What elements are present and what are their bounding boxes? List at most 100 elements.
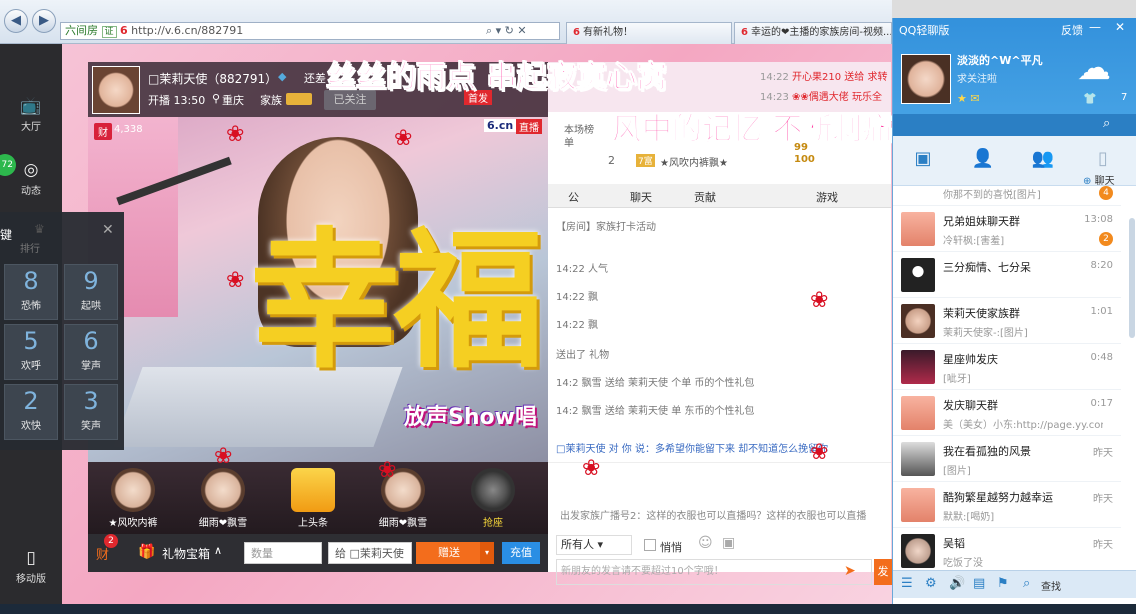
tab-messages-icon[interactable]: ▣: [893, 148, 953, 169]
gift-box-icon: 🎁: [138, 544, 156, 560]
tab-announce[interactable]: 公: [568, 189, 579, 205]
tab-gifts[interactable]: 6 有新礼物！: [566, 22, 732, 44]
key-6[interactable]: 6 掌声: [64, 324, 118, 380]
recipient-select[interactable]: 所有人 ▾: [556, 535, 632, 555]
search-label[interactable]: 查找: [1041, 578, 1061, 593]
sidebar-item-mobile[interactable]: ▯ 移动版: [0, 548, 62, 585]
key-2[interactable]: 2 欢快: [4, 384, 58, 440]
give-button[interactable]: 赠送: [416, 542, 482, 564]
contact-time: 昨天: [1093, 494, 1113, 505]
back-icon[interactable]: ◀: [4, 9, 28, 33]
tab-contacts-icon[interactable]: 👤: [953, 148, 1013, 169]
search-icon[interactable]: ⌕: [1103, 116, 1110, 131]
chat-time: 14:2: [556, 378, 579, 389]
refresh-icon[interactable]: ⌕ ▾ ↻ ✕: [486, 24, 527, 38]
gift-user-1[interactable]: ★风吹内裤: [98, 468, 168, 529]
list-item[interactable]: 酷狗繁星越努力越幸运 默默:[喝奶] 昨天: [893, 482, 1121, 528]
ticker-line-2: 14:23 ❀❀偶遇大佬 玩乐全: [760, 88, 882, 103]
list-item[interactable]: 星座帅发庆 [呲牙] 0:48: [893, 344, 1121, 390]
send-arrow-icon[interactable]: ➤: [844, 563, 856, 579]
send-button[interactable]: 发: [874, 559, 892, 585]
avatar[interactable]: [901, 54, 951, 104]
avatar: [201, 468, 245, 512]
recharge-button[interactable]: 充值: [502, 542, 540, 564]
key-8[interactable]: 8 恐怖: [4, 264, 58, 320]
list-item[interactable]: 三分痴情、七分呆 8:20: [893, 252, 1121, 298]
speaker-icon[interactable]: 🔊: [949, 576, 965, 591]
key-number: 6: [83, 327, 99, 355]
list-item[interactable]: 兄弟姐妹聊天群 冷轩枫:[害羞] 13:08 2: [893, 206, 1121, 252]
chat-tabs: 公 聊天 贡献 游戏: [548, 184, 891, 208]
contact-name: 发庆聊天群: [943, 399, 998, 412]
list-item[interactable]: 你那不到的喜悦[图片] 4: [893, 184, 1121, 206]
list-item[interactable]: 茉莉天使家族群 茉莉天使家-:[图片] 1:01: [893, 298, 1121, 344]
gift-user-2[interactable]: 细雨❤飘雪: [188, 468, 258, 529]
contact-preview: 冷轩枫:[害羞]: [943, 236, 1005, 247]
key-5[interactable]: 5 欢呼: [4, 324, 58, 380]
list-item[interactable]: 发庆聊天群 美（美女）小东:http://page.yy.com/sh 0:17: [893, 390, 1121, 436]
tab-contribution[interactable]: 贡献: [694, 189, 716, 205]
image-icon[interactable]: ▣: [722, 535, 735, 551]
tab-family-room[interactable]: 6 幸运的❤主播的家族房间-视频...: [734, 22, 892, 44]
chat-message: 14:22 飘: [556, 316, 598, 331]
key-label: 起哄: [81, 301, 101, 312]
close-icon[interactable]: ✕: [102, 222, 114, 238]
key-label: 笑声: [81, 421, 101, 432]
gift-effect-text: 幸福: [250, 215, 544, 389]
chat-input[interactable]: 新朋友的发言请不要超过10个字哦！: [556, 559, 872, 585]
key-number: 2: [23, 387, 39, 415]
key-label: 掌声: [81, 361, 101, 372]
site-logo: 6.cn: [484, 119, 517, 132]
tab-phone-icon[interactable]: ▯: [1073, 148, 1133, 169]
qq-search-bar[interactable]: [893, 114, 1136, 136]
chat-time: 14:22: [556, 264, 585, 275]
close-icon[interactable]: ✕: [1115, 20, 1125, 34]
live-tag: 直播: [516, 119, 542, 134]
key-number: 9: [83, 267, 99, 295]
forward-icon[interactable]: ▶: [32, 9, 56, 33]
shirt-icon[interactable]: 👕: [1083, 92, 1097, 105]
qq-nickname[interactable]: 淡淡的^W^平凡: [957, 52, 1043, 68]
quantity-input[interactable]: 数量: [244, 542, 322, 564]
list-item[interactable]: 我在看孤独的风景 [图片] 昨天: [893, 436, 1121, 482]
minimize-icon[interactable]: —: [1089, 20, 1101, 34]
tab-games[interactable]: 游戏: [816, 189, 838, 205]
group-avatar-icon: [901, 396, 935, 430]
tab-chat[interactable]: 聊天: [630, 189, 652, 205]
chevron-down-icon[interactable]: ▾: [480, 542, 494, 564]
rank-user[interactable]: ★风吹内裤飘★: [660, 154, 728, 169]
whisper-checkbox[interactable]: [644, 539, 656, 551]
sidebar-item-label: 移动版: [16, 574, 46, 585]
taskbar: [0, 604, 1136, 614]
key-3[interactable]: 3 笑声: [64, 384, 118, 440]
emoji-icon[interactable]: ☺: [698, 535, 713, 551]
address-bar[interactable]: 六间房 证 6 http://v.6.cn/882791: [60, 22, 560, 40]
folder-icon[interactable]: ▤: [973, 576, 985, 591]
headline-button[interactable]: 上头条: [278, 468, 348, 529]
qq-signature[interactable]: 求关注啦: [957, 70, 997, 85]
sidebar-item-hall[interactable]: 📺 大厅: [0, 96, 62, 133]
tv-icon: 📺: [20, 96, 42, 116]
wealth-badge: 财: [94, 123, 112, 140]
scrollbar[interactable]: [1129, 218, 1135, 338]
key-9[interactable]: 9 起哄: [64, 264, 118, 320]
search-icon[interactable]: ⌕: [1023, 576, 1030, 591]
chat-text: 送出了 礼物: [556, 350, 610, 361]
qq-title: QQ轻聊版: [899, 24, 950, 37]
chevron-up-icon[interactable]: ∧: [214, 544, 222, 557]
avatar[interactable]: [92, 66, 140, 114]
list-item[interactable]: 吴韬 吃饭了没 昨天: [893, 528, 1121, 574]
grab-seat-button[interactable]: 抢座: [458, 468, 528, 529]
bookmark-icon[interactable]: ⚑: [997, 576, 1009, 591]
feedback-link[interactable]: 反馈: [1061, 22, 1083, 38]
rank-label[interactable]: 本场榜单: [564, 124, 594, 150]
rank-label[interactable]: 排行: [20, 240, 40, 255]
gift-box-button[interactable]: 礼物宝箱: [162, 545, 210, 562]
recipient-label: 所有人: [561, 538, 594, 551]
menu-icon[interactable]: ☰: [901, 576, 913, 591]
tab-groups-icon[interactable]: 👥: [1013, 148, 1073, 169]
rose-icon: ❀: [214, 444, 233, 469]
gear-icon[interactable]: ⚙: [925, 576, 937, 591]
sidebar-item-label: 动态: [21, 186, 41, 197]
recipient-field[interactable]: 给 □茉莉天使: [328, 542, 412, 564]
